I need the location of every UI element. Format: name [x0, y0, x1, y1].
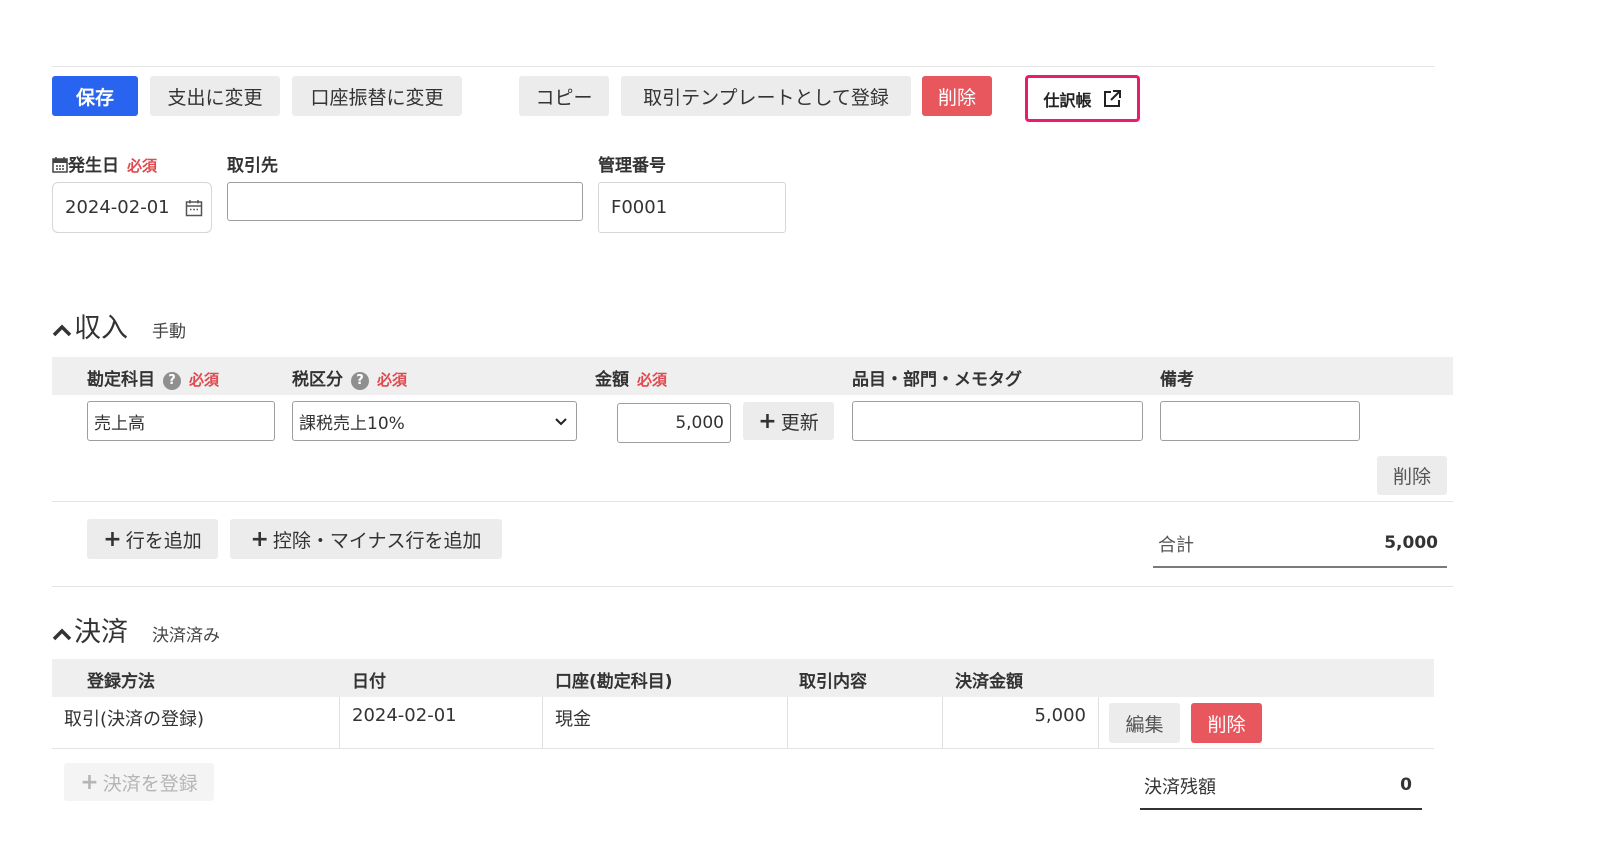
income-mode: 手動	[152, 322, 186, 342]
plus-icon: +	[758, 408, 777, 434]
account-input[interactable]: 売上高	[87, 401, 275, 441]
add-row-label: 行を追加	[125, 529, 202, 552]
partner-input[interactable]	[227, 182, 583, 221]
settlement-section-header[interactable]: 決済 決済済み	[52, 610, 220, 649]
journal-link-label: 仕訳帳	[1043, 90, 1092, 110]
settlement-account: 現金	[555, 709, 591, 730]
account-column-header: 口座(勘定科目)	[555, 672, 673, 692]
date-value: 2024-02-01	[65, 197, 170, 218]
row-divider	[52, 748, 1434, 749]
add-deduction-label: 控除・マイナス行を追加	[272, 529, 482, 552]
amount-input[interactable]: 5,000	[617, 403, 731, 443]
settlement-method: 取引(決済の登録)	[64, 709, 205, 730]
tax-category-select[interactable]: 課税売上10%	[292, 401, 577, 441]
tax-column-header: 税区分? 必須	[292, 365, 407, 390]
row-divider	[52, 501, 1453, 502]
settlement-table-header	[52, 659, 1434, 697]
tax-category-value: 課税売上10%	[299, 413, 405, 434]
amount-column-header: 決済金額	[955, 672, 1023, 692]
amount-header-text: 金額	[595, 370, 629, 390]
settlement-date: 2024-02-01	[352, 705, 457, 726]
save-button[interactable]: 保存	[52, 76, 138, 116]
date-input[interactable]: 2024-02-01	[52, 182, 212, 233]
settlement-amount: 5,000	[1034, 705, 1086, 726]
items-tag-input[interactable]	[852, 401, 1143, 441]
required-badge: 必須	[127, 157, 158, 175]
help-icon[interactable]: ?	[351, 372, 369, 390]
required-badge: 必須	[377, 371, 408, 389]
content-column-header: 取引内容	[799, 672, 867, 692]
remarks-column-header: 備考	[1160, 370, 1194, 390]
settlement-section-title: 決済	[74, 617, 128, 648]
add-row-button[interactable]: + 行を追加	[87, 519, 218, 559]
settlement-balance-label: 決済残額	[1144, 777, 1216, 798]
update-label: 更新	[780, 411, 819, 434]
income-table-header	[52, 357, 1453, 395]
date-picker-icon[interactable]	[185, 199, 203, 217]
journal-link-button[interactable]: 仕訳帳	[1025, 75, 1140, 122]
section-divider	[52, 586, 1453, 587]
method-column-header: 登録方法	[87, 672, 155, 692]
total-underline	[1153, 566, 1447, 568]
remarks-input[interactable]	[1160, 401, 1360, 441]
external-link-icon	[1103, 89, 1121, 107]
management-number-label: 管理番号	[598, 156, 666, 176]
update-button[interactable]: + 更新	[743, 402, 834, 440]
income-section-title: 収入	[74, 313, 128, 344]
register-settlement-label: 決済を登録	[102, 772, 198, 795]
account-column-header: 勘定科目? 必須	[87, 365, 219, 390]
plus-icon: +	[250, 526, 269, 552]
help-icon[interactable]: ?	[163, 372, 181, 390]
change-to-expense-button[interactable]: 支出に変更	[150, 76, 280, 116]
settlement-balance-value: 0	[1400, 775, 1412, 795]
total-label: 合計	[1158, 535, 1194, 556]
cell-divider	[787, 697, 788, 748]
date-label-text: 発生日	[68, 156, 119, 176]
required-badge: 必須	[637, 371, 668, 389]
delete-transaction-button[interactable]: 削除	[922, 76, 992, 116]
settlement-status: 決済済み	[152, 626, 220, 646]
balance-underline	[1140, 808, 1422, 810]
date-label: 発生日 必須	[52, 151, 157, 176]
edit-settlement-button[interactable]: 編集	[1109, 703, 1180, 743]
partner-label: 取引先	[227, 156, 278, 176]
register-settlement-button[interactable]: + 決済を登録	[64, 763, 214, 801]
cell-divider	[1098, 697, 1099, 748]
change-to-transfer-button[interactable]: 口座振替に変更	[292, 76, 462, 116]
copy-button[interactable]: コピー	[519, 76, 609, 116]
calendar-icon	[52, 157, 68, 173]
total-value: 5,000	[1384, 533, 1438, 553]
items-column-header: 品目・部門・メモタグ	[852, 370, 1022, 390]
tax-header-text: 税区分	[292, 370, 343, 390]
amount-column-header: 金額 必須	[595, 365, 667, 390]
toolbar-divider	[52, 66, 1435, 67]
add-deduction-row-button[interactable]: + 控除・マイナス行を追加	[230, 519, 502, 559]
income-section-header[interactable]: 収入 手動	[52, 306, 186, 345]
plus-icon: +	[80, 769, 99, 795]
chevron-down-icon	[555, 418, 567, 426]
delete-row-button[interactable]: 削除	[1377, 456, 1447, 495]
required-badge: 必須	[189, 371, 220, 389]
register-template-button[interactable]: 取引テンプレートとして登録	[621, 76, 911, 116]
plus-icon: +	[103, 526, 122, 552]
delete-settlement-button[interactable]: 削除	[1191, 703, 1262, 743]
cell-divider	[942, 697, 943, 748]
cell-divider	[339, 697, 340, 748]
management-number-input[interactable]: F0001	[598, 182, 786, 233]
date-column-header: 日付	[352, 672, 386, 692]
cell-divider	[542, 697, 543, 748]
chevron-up-icon	[52, 324, 72, 337]
chevron-up-icon	[52, 628, 72, 641]
account-header-text: 勘定科目	[87, 370, 155, 390]
